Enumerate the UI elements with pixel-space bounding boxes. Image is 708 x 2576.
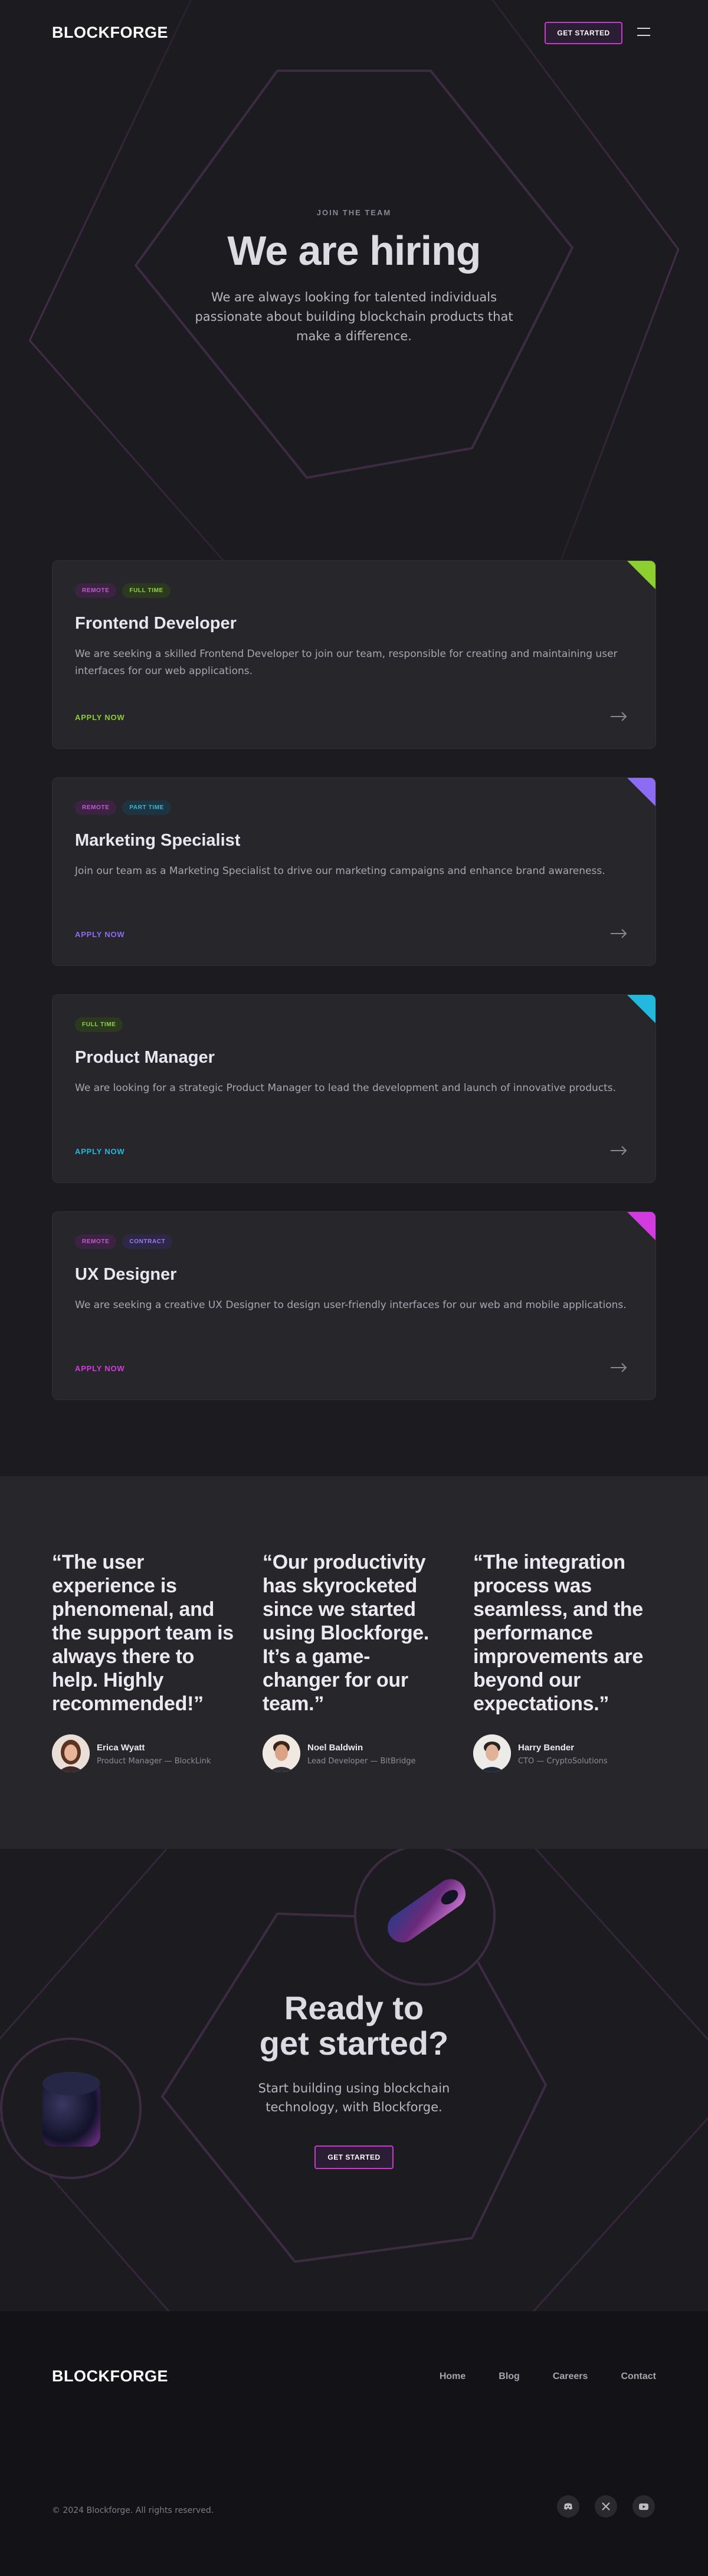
job-title: Marketing Specialist	[75, 831, 241, 850]
footer-logo[interactable]: BLOCKFORGE	[52, 2367, 168, 2386]
job-description: We are looking for a strategic Product M…	[75, 1082, 617, 1094]
card-corner-accent	[627, 1212, 655, 1240]
cta-section: Ready to get started? Start building usi…	[0, 1849, 708, 2311]
hero-eyebrow: JOIN THE TEAM	[316, 208, 392, 217]
hero-section: JOIN THE TEAM We are hiring We are alway…	[0, 0, 708, 560]
discord-icon[interactable]	[557, 2495, 579, 2518]
job-tags: FULL TIME	[75, 1017, 129, 1032]
page-title: We are hiring	[227, 228, 481, 274]
author-name: Noel Baldwin	[307, 1743, 363, 1753]
hero-background-hexagons	[28, 0, 680, 560]
footer-link-contact[interactable]: Contact	[621, 2371, 656, 2382]
logo[interactable]: BLOCKFORGE	[52, 24, 168, 42]
footer-link-careers[interactable]: Careers	[553, 2371, 588, 2382]
tag-contract: CONTRACT	[122, 1234, 173, 1249]
arrow-right-icon[interactable]	[611, 1363, 627, 1372]
arrow-right-icon[interactable]	[611, 1146, 627, 1155]
author-name: Erica Wyatt	[97, 1743, 145, 1753]
apply-now-link[interactable]: APPLY NOW	[75, 1364, 125, 1373]
author-role: Product Manager — BlockLink	[97, 1757, 211, 1766]
job-card[interactable]: REMOTE CONTRACT UX Designer We are seekin…	[52, 1211, 656, 1400]
quote-text: “Our productivity has skyrocketed since …	[263, 1551, 430, 1715]
quote-text: “The integration process was seamless, a…	[473, 1551, 644, 1715]
get-started-button[interactable]: GET STARTED	[545, 22, 622, 44]
get-started-button[interactable]: GET STARTED	[314, 2145, 394, 2169]
cta-title-line-2: get started?	[259, 2025, 449, 2062]
testimonial-quote: “The user experience is phenomenal, and …	[52, 1550, 235, 1716]
job-description: We are seeking a creative UX Designer to…	[75, 1299, 627, 1311]
cylinder-3d-shape	[42, 2072, 100, 2147]
job-title: Product Manager	[75, 1048, 215, 1067]
tag-part-time: PART TIME	[122, 800, 171, 815]
job-title: UX Designer	[75, 1265, 177, 1284]
footer-nav: Home Blog Careers Contact	[407, 2370, 656, 2382]
hamburger-menu-icon[interactable]	[637, 28, 650, 36]
testimonial-author: Noel Baldwin Lead Developer — BitBridge	[263, 1734, 445, 1772]
site-header: BLOCKFORGE GET STARTED	[0, 0, 708, 65]
youtube-icon[interactable]	[632, 2495, 655, 2518]
copyright: © 2024 Blockforge. All rights reserved.	[52, 2506, 214, 2515]
author-role: CTO — CryptoSolutions	[518, 1757, 608, 1766]
hero-subtitle: We are always looking for talented indiv…	[195, 290, 513, 343]
x-icon[interactable]	[595, 2495, 617, 2518]
apply-now-link[interactable]: APPLY NOW	[75, 930, 125, 939]
testimonial-author: Erica Wyatt Product Manager — BlockLink	[52, 1734, 235, 1772]
footer-link-blog[interactable]: Blog	[499, 2371, 520, 2382]
job-title: Frontend Developer	[75, 614, 237, 633]
job-card[interactable]: REMOTE PART TIME Marketing Specialist Joi…	[52, 777, 656, 966]
tag-remote: REMOTE	[75, 583, 117, 598]
job-tags: REMOTE CONTRACT	[75, 1234, 178, 1249]
testimonial-quote: “Our productivity has skyrocketed since …	[263, 1550, 445, 1716]
job-card[interactable]: FULL TIME Product Manager We are looking…	[52, 994, 656, 1183]
tag-remote: REMOTE	[75, 800, 117, 815]
testimonial-quote: “The integration process was seamless, a…	[473, 1550, 656, 1716]
job-tags: REMOTE PART TIME	[75, 800, 177, 815]
avatar	[473, 1734, 511, 1772]
testimonial-author: Harry Bender CTO — CryptoSolutions	[473, 1734, 656, 1772]
apply-now-link[interactable]: APPLY NOW	[75, 1147, 125, 1156]
avatar	[52, 1734, 90, 1772]
card-corner-accent	[627, 995, 655, 1023]
author-role: Lead Developer — BitBridge	[307, 1757, 416, 1766]
cta-title-line-1: Ready to	[284, 1989, 424, 2026]
cta-title: Ready to get started?	[0, 1990, 708, 2061]
job-description: Join our team as a Marketing Specialist …	[75, 865, 605, 877]
card-corner-accent	[627, 561, 655, 589]
job-description: We are seeking a skilled Frontend Develo…	[75, 648, 618, 677]
footer-link-home[interactable]: Home	[440, 2371, 466, 2382]
cta-subtitle: Start building using blockchain technolo…	[258, 2081, 450, 2114]
card-corner-accent	[627, 778, 655, 806]
arrow-right-icon[interactable]	[611, 929, 627, 938]
quote-text: “The user experience is phenomenal, and …	[52, 1551, 234, 1715]
tag-full-time: FULL TIME	[122, 583, 171, 598]
job-card[interactable]: REMOTE FULL TIME Frontend Developer We ar…	[52, 560, 656, 749]
testimonials-section: “The user experience is phenomenal, and …	[0, 1476, 708, 1849]
tag-remote: REMOTE	[75, 1234, 117, 1249]
avatar	[263, 1734, 300, 1772]
author-name: Harry Bender	[518, 1743, 575, 1753]
site-footer: BLOCKFORGE Home Blog Careers Contact © 2024…	[0, 2311, 708, 2576]
job-tags: REMOTE FULL TIME	[75, 583, 176, 598]
tag-full-time: FULL TIME	[75, 1017, 123, 1032]
apply-now-link[interactable]: APPLY NOW	[75, 713, 125, 722]
arrow-right-icon[interactable]	[611, 712, 627, 721]
